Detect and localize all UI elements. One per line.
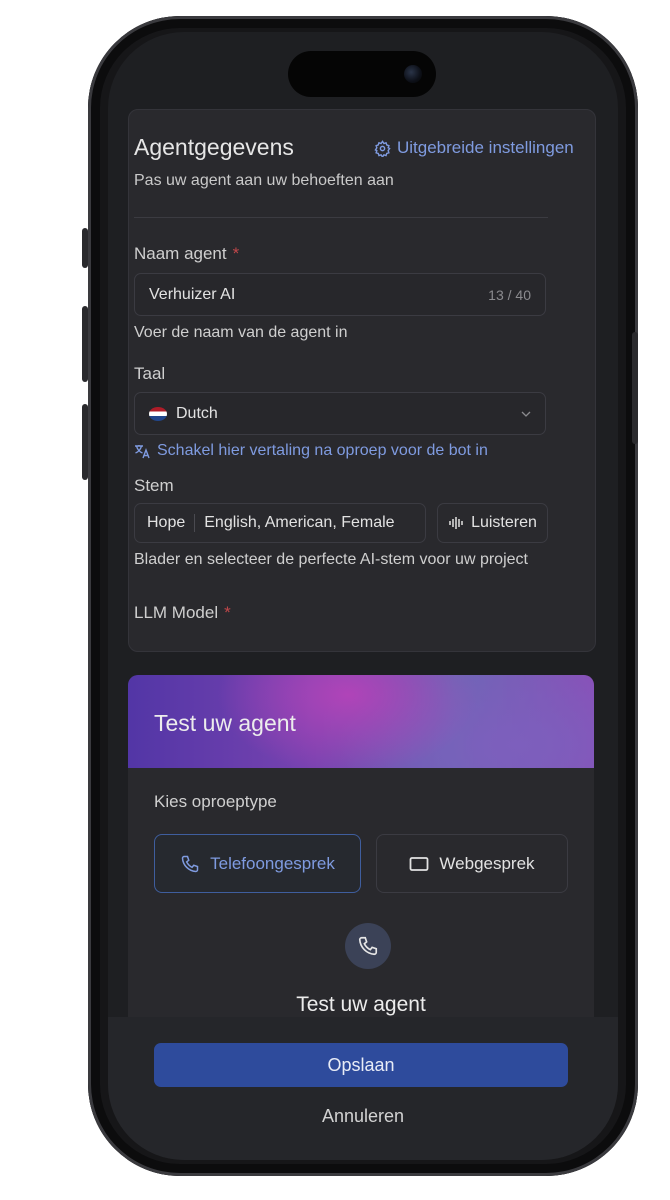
divider [134, 217, 548, 218]
call-icon-badge [345, 923, 391, 969]
language-select[interactable]: Dutch [134, 392, 546, 435]
voice-description: English, American, Female [204, 514, 395, 531]
card-subtitle: Pas uw agent aan uw behoeften aan [134, 172, 394, 189]
llm-model-label-text: LLM Model [134, 603, 219, 622]
voice-separator [194, 514, 196, 532]
save-button[interactable]: Opslaan [154, 1043, 568, 1087]
volume-down-button [82, 404, 88, 480]
waveform-icon [449, 517, 463, 529]
test-agent-banner-title: Test uw agent [154, 710, 296, 736]
voice-select[interactable]: Hope English, American, Female [134, 503, 426, 543]
test-agent-title: Test uw agent [296, 993, 426, 1016]
web-call-label: Webgesprek [439, 853, 535, 873]
dutch-flag-icon [149, 406, 167, 421]
action-button [82, 228, 88, 268]
agent-name-label: Naam agent * [134, 244, 239, 264]
app-screen: Agentgegevens Uitgebreide instellingen P… [108, 32, 618, 1160]
camera-lens [404, 65, 422, 83]
phone-icon [358, 936, 378, 956]
advanced-settings-link[interactable]: Uitgebreide instellingen [374, 138, 574, 158]
voice-name: Hope [147, 514, 186, 531]
language-value: Dutch [176, 404, 218, 422]
card-title: Agentgegevens [134, 134, 294, 160]
translation-link-label: Schakel hier vertaling na oproep voor de… [157, 442, 488, 459]
monitor-icon [410, 856, 429, 871]
phone-call-button[interactable]: Telefoongesprek [154, 834, 361, 893]
phone-call-label: Telefoongesprek [210, 853, 335, 873]
gear-icon [374, 139, 391, 157]
translate-icon [135, 444, 150, 458]
listen-button[interactable]: Luisteren [437, 503, 548, 543]
test-agent-banner: Test uw agent [128, 675, 594, 768]
phone-icon [181, 855, 199, 872]
advanced-settings-label: Uitgebreide instellingen [397, 138, 574, 157]
voice-helper: Blader en selecteer de perfecte AI-stem … [134, 551, 528, 568]
translation-link[interactable]: Schakel hier vertaling na oproep voor de… [134, 442, 488, 460]
agent-name-helper: Voer de naam van de agent in [134, 324, 348, 341]
web-call-button[interactable]: Webgesprek [376, 834, 568, 893]
volume-up-button [82, 306, 88, 382]
call-type-label: Kies oproeptype [154, 792, 277, 811]
footer-bar [108, 1017, 618, 1160]
required-mark: * [224, 603, 231, 622]
voice-label: Stem [134, 476, 174, 495]
cancel-button[interactable]: Annuleren [108, 1106, 618, 1127]
dynamic-island [288, 51, 436, 97]
chevron-down-icon [521, 411, 531, 417]
power-button [632, 332, 638, 444]
language-label: Taal [134, 364, 166, 383]
required-mark: * [232, 244, 240, 263]
agent-details-card [128, 109, 596, 652]
agent-name-value: Verhuizer AI [149, 285, 236, 303]
agent-name-label-text: Naam agent [134, 244, 227, 263]
listen-button-label: Luisteren [471, 514, 537, 531]
llm-model-label: LLM Model * [134, 603, 231, 623]
agent-name-input[interactable]: Verhuizer AI 13 / 40 [134, 273, 546, 316]
character-counter: 13 / 40 [488, 286, 531, 303]
